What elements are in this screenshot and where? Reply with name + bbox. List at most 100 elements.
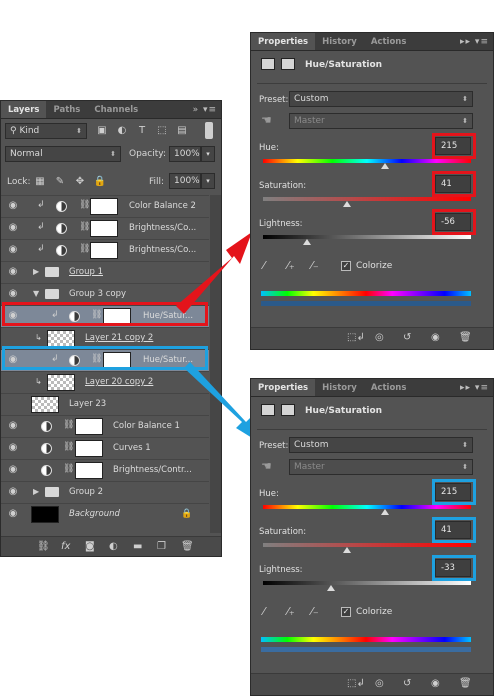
lightness-slider-thumb[interactable] <box>327 585 335 591</box>
targeted-adjustment-hand-icon[interactable]: ☚ <box>261 113 272 127</box>
adjustment-filter-icon[interactable]: ◐ <box>115 124 129 138</box>
trash-icon[interactable]: 🗑 <box>459 678 472 689</box>
link-icon[interactable]: ⛓ <box>37 541 50 552</box>
layer-row-group-1[interactable]: ◉ ▶ Group 1 <box>1 261 209 283</box>
reset-icon[interactable]: ↺ <box>403 678 411 689</box>
eyedropper-minus-icon[interactable]: ⁄₋ <box>311 259 319 272</box>
preset-select[interactable]: Custom ⬍ <box>289 437 473 453</box>
eyedropper-plus-icon[interactable]: ⁄₊ <box>287 259 295 272</box>
layer-row-curves-1[interactable]: ◉ ⛓ Curves 1 <box>1 437 209 459</box>
colorize-checkbox[interactable]: ✓ <box>341 607 351 617</box>
collapse-triangle-icon[interactable]: ▼ <box>33 289 39 298</box>
reset-icon[interactable]: ↺ <box>403 332 411 343</box>
folder-icon[interactable]: ▬ <box>133 541 142 552</box>
shape-filter-icon[interactable]: ⬚ <box>155 124 169 138</box>
layers-tabbar: Layers Paths Channels » ▾≡ <box>1 101 221 119</box>
fx-icon[interactable]: fx <box>61 541 70 552</box>
targeted-adjustment-hand-icon[interactable]: ☚ <box>261 459 272 473</box>
tab-properties[interactable]: Properties <box>251 379 316 396</box>
layer-row-brightness-contrast[interactable]: ◉ ⛓ Brightness/Contr... <box>1 459 209 481</box>
eye-icon[interactable]: ◉ <box>6 486 20 498</box>
tab-history[interactable]: History <box>315 33 364 50</box>
eye-icon[interactable]: ◉ <box>6 288 20 300</box>
panel-menu-icon[interactable]: » ▾≡ <box>193 101 217 119</box>
layer-filter-select[interactable]: ⚲ Kind ⬍ <box>5 123 87 139</box>
trash-icon[interactable]: 🗑 <box>181 541 194 552</box>
saturation-slider-thumb[interactable] <box>343 201 351 207</box>
collapse-icon[interactable]: » <box>193 105 200 115</box>
tab-channels[interactable]: Channels <box>87 101 145 118</box>
lock-all-icon[interactable]: 🔒 <box>93 175 107 189</box>
mask-icon[interactable]: ◙ <box>85 541 95 552</box>
layer-mask-thumbnail <box>90 220 118 237</box>
smart-object-filter-icon[interactable]: ▤ <box>175 124 189 138</box>
eye-icon[interactable]: ◉ <box>6 508 20 520</box>
layer-row-background[interactable]: ◉ Background 🔒 <box>1 503 209 525</box>
layer-row-layer-23[interactable]: Layer 23 <box>1 393 209 415</box>
panel-menu-icon[interactable]: ▸▸ ▾≡ <box>460 33 489 51</box>
eye-icon[interactable]: ◉ <box>6 442 20 454</box>
tab-properties[interactable]: Properties <box>251 33 316 50</box>
clip-to-layer-icon[interactable]: ⬚↲ <box>347 332 365 343</box>
visibility-icon[interactable]: ◉ <box>431 332 440 343</box>
pixel-filter-icon[interactable]: ▣ <box>95 124 109 138</box>
lightness-slider-track[interactable] <box>263 581 471 585</box>
expand-triangle-icon[interactable]: ▶ <box>33 267 39 276</box>
hue-slider-thumb[interactable] <box>381 509 389 515</box>
tab-actions[interactable]: Actions <box>364 379 414 396</box>
eye-icon[interactable]: ◉ <box>6 420 20 432</box>
saturation-slider-track[interactable] <box>263 543 471 547</box>
new-layer-icon[interactable]: ❐ <box>157 541 166 552</box>
hue-slider-track[interactable] <box>263 505 471 509</box>
tab-layers[interactable]: Layers <box>1 101 47 118</box>
colorize-checkbox[interactable]: ✓ <box>341 261 351 271</box>
layer-row-color-balance-2[interactable]: ◉ ↲ ⛓ Color Balance 2 <box>1 195 209 217</box>
eye-icon[interactable]: ◉ <box>6 244 20 256</box>
eyedropper-icon[interactable]: ⁄ <box>263 605 265 618</box>
layers-scrollbar[interactable] <box>210 195 221 533</box>
lock-transparency-icon[interactable]: ▦ <box>33 175 47 189</box>
channel-select[interactable]: Master ⬍ <box>289 459 473 475</box>
eyedropper-minus-icon[interactable]: ⁄₋ <box>311 605 319 618</box>
opacity-input[interactable]: 100% <box>169 146 201 162</box>
tab-history[interactable]: History <box>315 379 364 396</box>
panel-menu-icon[interactable]: ▸▸ ▾≡ <box>460 379 489 397</box>
eye-icon[interactable]: ◉ <box>6 464 20 476</box>
type-filter-icon[interactable]: T <box>135 124 149 138</box>
adjustment-icon[interactable]: ◐ <box>109 541 118 552</box>
layer-row-color-balance-1[interactable]: ◉ ⛓ Color Balance 1 <box>1 415 209 437</box>
visibility-icon[interactable]: ◉ <box>431 678 440 689</box>
eye-icon[interactable]: ◉ <box>6 200 20 212</box>
eye-icon[interactable]: ◉ <box>6 266 20 278</box>
view-previous-icon[interactable]: ◎ <box>375 678 384 689</box>
preset-select[interactable]: Custom ⬍ <box>289 91 473 107</box>
layer-row-group-2[interactable]: ◉ ▶ Group 2 <box>1 481 209 503</box>
saturation-slider-thumb[interactable] <box>343 547 351 553</box>
expand-triangle-icon[interactable]: ▶ <box>33 487 39 496</box>
mask-type-icon <box>281 404 295 416</box>
layer-row-brightness-2[interactable]: ◉ ↲ ⛓ Brightness/Co... <box>1 239 209 261</box>
eyedropper-plus-icon[interactable]: ⁄₊ <box>287 605 295 618</box>
fill-dropdown-button[interactable]: ▾ <box>201 173 215 189</box>
trash-icon[interactable]: 🗑 <box>459 332 472 343</box>
eyedropper-icon[interactable]: ⁄ <box>263 259 265 272</box>
layer-row-layer-20-copy-2[interactable]: ↳ Layer 20 copy 2 <box>1 371 209 393</box>
hue-slider-thumb[interactable] <box>381 163 389 169</box>
lightness-slider-track[interactable] <box>263 235 471 239</box>
saturation-slider-track[interactable] <box>263 197 471 201</box>
channel-select[interactable]: Master ⬍ <box>289 113 473 129</box>
lock-pixels-icon[interactable]: ✎ <box>53 175 67 189</box>
lightness-slider-thumb[interactable] <box>303 239 311 245</box>
fill-input[interactable]: 100% <box>169 173 201 189</box>
layer-row-brightness-1[interactable]: ◉ ↲ ⛓ Brightness/Co... <box>1 217 209 239</box>
eye-icon[interactable]: ◉ <box>6 222 20 234</box>
clip-to-layer-icon[interactable]: ⬚↲ <box>347 678 365 689</box>
view-previous-icon[interactable]: ◎ <box>375 332 384 343</box>
filter-toggle-icon[interactable] <box>205 122 213 139</box>
hue-slider-track[interactable] <box>263 159 471 163</box>
blend-mode-select[interactable]: Normal ⬍ <box>5 146 121 162</box>
tab-paths[interactable]: Paths <box>46 101 87 118</box>
tab-actions[interactable]: Actions <box>364 33 414 50</box>
lock-position-icon[interactable]: ✥ <box>73 175 87 189</box>
opacity-dropdown-button[interactable]: ▾ <box>201 146 215 162</box>
